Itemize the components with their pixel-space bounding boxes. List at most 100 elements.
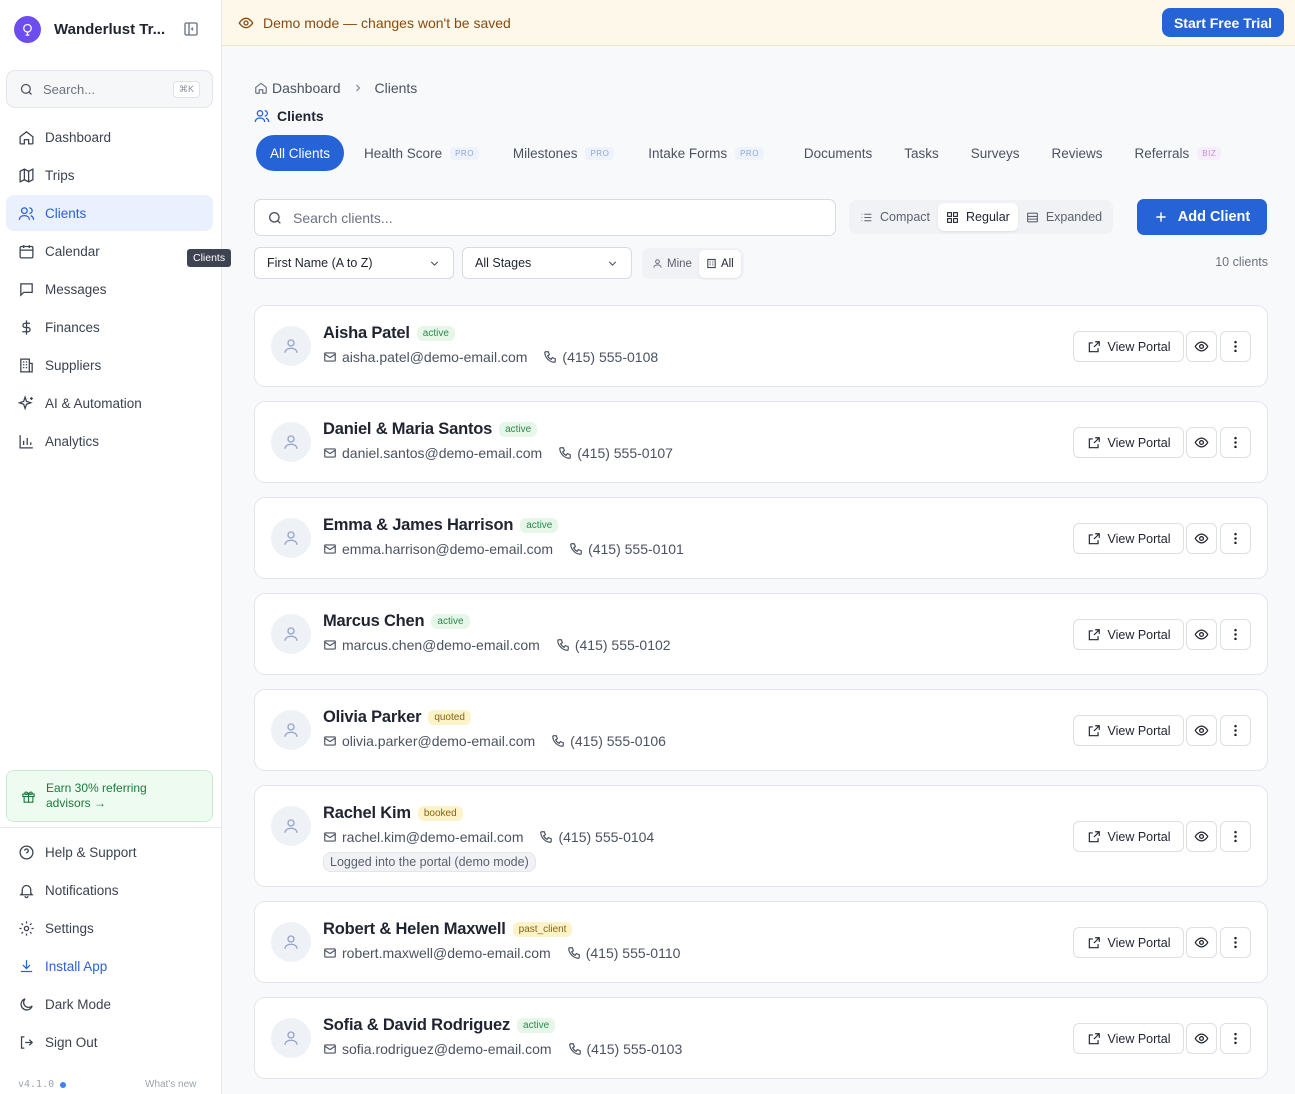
- sidebar-item-dashboard[interactable]: Dashboard: [6, 119, 213, 155]
- client-phone[interactable]: (415) 555-0107: [577, 445, 673, 461]
- view-portal-button[interactable]: View Portal: [1073, 927, 1184, 958]
- tab-tasks[interactable]: Tasks: [890, 135, 953, 171]
- client-email[interactable]: marcus.chen@demo-email.com: [342, 637, 540, 653]
- view-portal-button[interactable]: View Portal: [1073, 821, 1184, 852]
- client-phone[interactable]: (415) 555-0108: [562, 349, 658, 365]
- client-email[interactable]: sofia.rodriguez@demo-email.com: [342, 1041, 552, 1057]
- view-portal-button[interactable]: View Portal: [1073, 331, 1184, 362]
- client-card[interactable]: Aisha Patel active aisha.patel@demo-email.…: [254, 305, 1268, 387]
- client-phone[interactable]: (415) 555-0110: [586, 945, 681, 961]
- owner-all[interactable]: All: [698, 249, 741, 278]
- client-name[interactable]: Aisha Patel: [323, 324, 410, 343]
- sidebar-item-notifications[interactable]: Notifications: [6, 872, 213, 908]
- view-portal-label: View Portal: [1107, 935, 1171, 950]
- more-options-button[interactable]: [1220, 619, 1251, 650]
- client-email[interactable]: robert.maxwell@demo-email.com: [342, 945, 551, 961]
- client-name[interactable]: Olivia Parker: [323, 708, 422, 727]
- client-phone[interactable]: (415) 555-0103: [587, 1041, 683, 1057]
- sidebar-item-calendar[interactable]: Calendar: [6, 233, 213, 269]
- sidebar-item-finances[interactable]: Finances: [6, 309, 213, 345]
- sort-select[interactable]: First Name (A to Z): [254, 247, 454, 279]
- density-regular[interactable]: Regular: [938, 203, 1018, 231]
- sidebar-item-suppliers[interactable]: Suppliers: [6, 347, 213, 383]
- client-search-input[interactable]: Search clients...: [254, 199, 836, 236]
- client-name[interactable]: Emma & James Harrison: [323, 516, 513, 535]
- tab-all-clients[interactable]: All Clients: [256, 135, 345, 171]
- tab-surveys[interactable]: Surveys: [957, 135, 1034, 171]
- breadcrumb-home[interactable]: Dashboard: [272, 80, 341, 96]
- preview-button[interactable]: [1186, 331, 1217, 362]
- more-options-button[interactable]: [1220, 927, 1251, 958]
- client-card[interactable]: Emma & James Harrison active emma.harrison…: [254, 497, 1268, 579]
- preview-button[interactable]: [1186, 715, 1217, 746]
- client-card[interactable]: Sofia & David Rodriguez active sofia.rodri…: [254, 997, 1268, 1079]
- tab-referrals[interactable]: Referrals BIZ: [1121, 135, 1236, 171]
- more-options-button[interactable]: [1220, 427, 1251, 458]
- more-options-button[interactable]: [1220, 821, 1251, 852]
- preview-button[interactable]: [1186, 619, 1217, 650]
- brand[interactable]: Wanderlust Tr...: [14, 16, 165, 43]
- view-portal-button[interactable]: View Portal: [1073, 427, 1184, 458]
- client-name[interactable]: Rachel Kim: [323, 804, 411, 823]
- sidebar-item-ai-automation[interactable]: AI & Automation: [6, 385, 213, 421]
- collapse-sidebar-icon[interactable]: [183, 21, 199, 37]
- tab-milestones[interactable]: Milestones PRO: [499, 135, 628, 171]
- client-card[interactable]: Daniel & Maria Santos active daniel.santos…: [254, 401, 1268, 483]
- tab-health-score[interactable]: Health Score PRO: [350, 135, 493, 171]
- density-expanded[interactable]: Expanded: [1018, 203, 1110, 231]
- owner-mine[interactable]: Mine: [645, 250, 699, 278]
- view-portal-button[interactable]: View Portal: [1073, 715, 1184, 746]
- chevron-right-icon: [352, 82, 364, 94]
- client-phone[interactable]: (415) 555-0102: [575, 637, 671, 653]
- tab-documents[interactable]: Documents: [790, 135, 886, 171]
- client-email[interactable]: aisha.patel@demo-email.com: [342, 349, 527, 365]
- tab-intake-forms[interactable]: Intake Forms PRO: [634, 135, 778, 171]
- client-email[interactable]: daniel.santos@demo-email.com: [342, 445, 542, 461]
- add-client-button[interactable]: Add Client: [1137, 199, 1267, 235]
- more-options-button[interactable]: [1220, 1023, 1251, 1054]
- sidebar-item-trips[interactable]: Trips: [6, 157, 213, 193]
- sidebar-item-label: Finances: [45, 319, 100, 335]
- client-email[interactable]: rachel.kim@demo-email.com: [342, 829, 523, 845]
- client-email[interactable]: emma.harrison@demo-email.com: [342, 541, 553, 557]
- sidebar-search[interactable]: Search... ⌘K: [6, 70, 213, 108]
- client-name[interactable]: Robert & Helen Maxwell: [323, 920, 506, 939]
- preview-button[interactable]: [1186, 1023, 1217, 1054]
- sidebar-item-help[interactable]: Help & Support: [6, 834, 213, 870]
- sidebar-item-analytics[interactable]: Analytics: [6, 423, 213, 459]
- client-card[interactable]: Marcus Chen active marcus.chen@demo-email.…: [254, 593, 1268, 675]
- stage-select[interactable]: All Stages: [462, 247, 632, 279]
- more-options-button[interactable]: [1220, 331, 1251, 362]
- preview-button[interactable]: [1186, 927, 1217, 958]
- referral-promo[interactable]: Earn 30% referring advisors →: [6, 770, 213, 822]
- view-portal-button[interactable]: View Portal: [1073, 523, 1184, 554]
- client-name[interactable]: Marcus Chen: [323, 612, 425, 631]
- sidebar-item-messages[interactable]: Messages: [6, 271, 213, 307]
- client-phone[interactable]: (415) 555-0104: [558, 829, 654, 845]
- preview-button[interactable]: [1186, 523, 1217, 554]
- start-trial-button[interactable]: Start Free Trial: [1161, 8, 1284, 37]
- client-name[interactable]: Sofia & David Rodriguez: [323, 1016, 510, 1035]
- client-email[interactable]: olivia.parker@demo-email.com: [342, 733, 535, 749]
- client-card[interactable]: Rachel Kim booked rachel.kim@demo-email.co…: [254, 785, 1268, 887]
- preview-button[interactable]: [1186, 427, 1217, 458]
- whats-new-link[interactable]: What's new: [145, 1079, 196, 1090]
- preview-button[interactable]: [1186, 821, 1217, 852]
- sidebar-item-dark-mode[interactable]: Dark Mode: [6, 986, 213, 1022]
- sidebar-item-clients[interactable]: Clients: [6, 195, 213, 231]
- sidebar-item-sign-out[interactable]: Sign Out: [6, 1024, 213, 1060]
- sidebar-item-settings[interactable]: Settings: [6, 910, 213, 946]
- view-portal-button[interactable]: View Portal: [1073, 1023, 1184, 1054]
- more-options-button[interactable]: [1220, 715, 1251, 746]
- client-phone[interactable]: (415) 555-0106: [570, 733, 666, 749]
- client-card[interactable]: Olivia Parker quoted olivia.parker@demo-em…: [254, 689, 1268, 771]
- client-name[interactable]: Daniel & Maria Santos: [323, 420, 492, 439]
- mail-icon: [323, 946, 337, 960]
- client-phone[interactable]: (415) 555-0101: [588, 541, 684, 557]
- density-compact[interactable]: Compact: [852, 203, 938, 231]
- sidebar-item-install-app[interactable]: Install App: [6, 948, 213, 984]
- more-options-button[interactable]: [1220, 523, 1251, 554]
- client-card[interactable]: Robert & Helen Maxwell past_client robert.…: [254, 901, 1268, 983]
- view-portal-button[interactable]: View Portal: [1073, 619, 1184, 650]
- tab-reviews[interactable]: Reviews: [1038, 135, 1117, 171]
